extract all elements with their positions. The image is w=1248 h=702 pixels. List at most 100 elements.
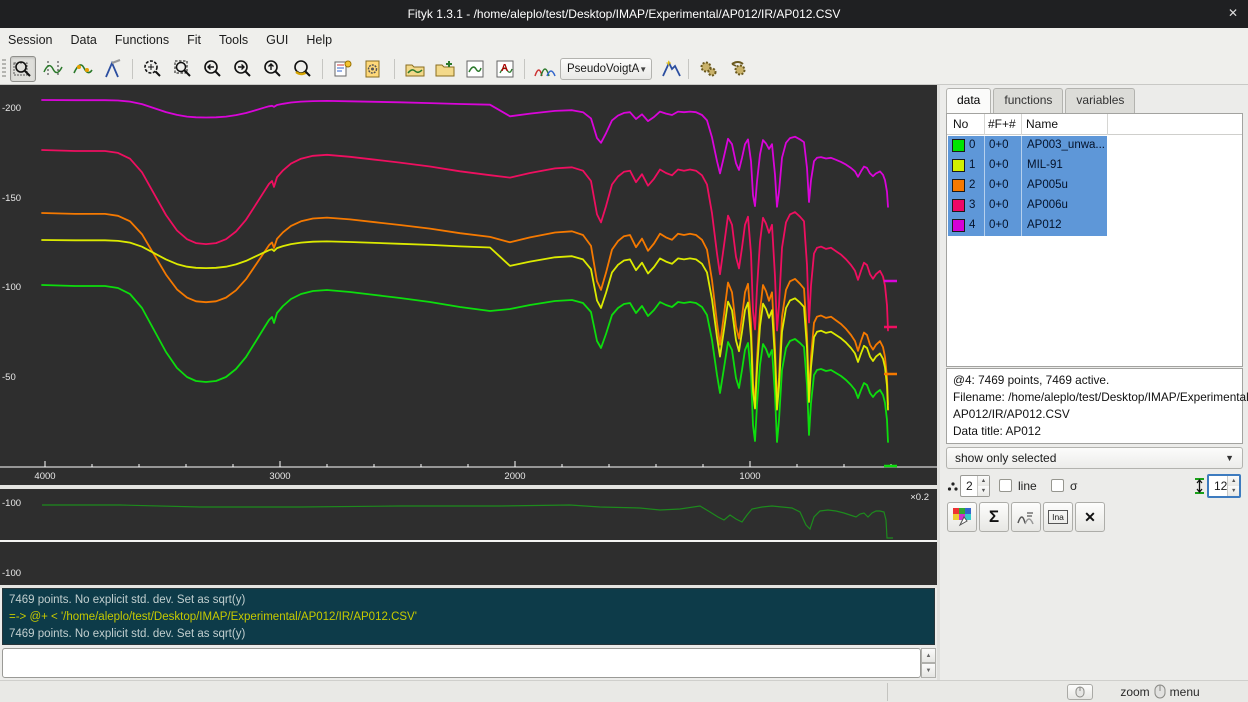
tab-data[interactable]: data — [946, 88, 991, 113]
zoom-up-button[interactable] — [260, 56, 286, 82]
col-name: Name — [1026, 117, 1058, 131]
spin-up-icon[interactable]: ▲ — [978, 476, 989, 486]
zoom-all-button[interactable] — [170, 56, 196, 82]
close-icon[interactable]: ✕ — [1228, 6, 1238, 20]
data-editor-button[interactable] — [462, 56, 488, 82]
shift-stepper[interactable]: 12 ▲▼ — [1207, 474, 1241, 498]
point-size-icon — [947, 481, 958, 492]
append-data-button[interactable] — [432, 56, 458, 82]
tab-variables[interactable]: variables — [1065, 88, 1135, 113]
menu-help[interactable]: Help — [306, 33, 332, 47]
zoom-mode-button[interactable] — [10, 56, 36, 82]
dataset-color-swatch[interactable] — [952, 219, 965, 232]
x-tick-label: 2000 — [504, 471, 525, 482]
zoom-left-button[interactable] — [200, 56, 226, 82]
spin-up-icon[interactable]: ▲ — [921, 648, 936, 663]
mouse-icon — [1075, 686, 1085, 698]
line-checkbox[interactable] — [999, 479, 1012, 492]
svg-text:A: A — [501, 63, 508, 74]
data-table[interactable]: No #F+# Name 0 0+0 AP003_unwa... 10+0MIL-91… — [946, 113, 1243, 367]
table-header: No #F+# Name — [947, 114, 1242, 135]
add-peak-button[interactable]: + — [658, 56, 684, 82]
aux1-scale-label: ×0.2 — [910, 492, 929, 503]
menu-gui[interactable]: GUI — [266, 33, 288, 47]
table-row[interactable]: 40+0AP012 — [948, 216, 1107, 236]
column-separator — [984, 156, 985, 176]
point-size-stepper[interactable]: 2 ▲▼ — [960, 475, 990, 497]
spin-up-icon[interactable]: ▲ — [1228, 476, 1239, 486]
dataset-color-swatch[interactable] — [952, 159, 965, 172]
command-input[interactable] — [2, 648, 921, 678]
apply-functions-button[interactable] — [1011, 502, 1041, 532]
status-divider — [887, 683, 888, 701]
table-row[interactable]: 10+0MIL-91 — [948, 156, 1107, 176]
aux-plot-2[interactable]: -100 — [0, 542, 937, 585]
add-peak-mode-button[interactable] — [70, 56, 96, 82]
status-bar: zoom menu — [0, 680, 1248, 702]
column-separator — [1021, 114, 1022, 135]
menu-session[interactable]: Session — [8, 33, 52, 47]
toolbar-grip[interactable] — [2, 59, 6, 79]
data-range-mode-button[interactable] — [40, 56, 66, 82]
spin-down-icon[interactable]: ▼ — [1228, 486, 1239, 496]
peak-type-dropdown[interactable]: PseudoVoigtA ▼ — [560, 58, 652, 80]
column-separator — [984, 176, 985, 196]
drag-peak-mode-button[interactable] — [100, 56, 126, 82]
tab-functions[interactable]: functions — [993, 88, 1063, 113]
zoom-in-button[interactable] — [140, 56, 166, 82]
cell-f: 0+0 — [989, 159, 1009, 171]
point-size-value: 2 — [961, 476, 977, 496]
sum-button[interactable]: Σ — [979, 502, 1009, 532]
mouse-settings-button[interactable] — [1067, 684, 1093, 700]
menu-tools[interactable]: Tools — [219, 33, 248, 47]
cell-name: AP005u — [1027, 179, 1068, 191]
command-history-spinner[interactable]: ▲ ▼ — [921, 648, 936, 678]
zoom-previous-button[interactable] — [290, 56, 316, 82]
undo-fit-icon — [728, 58, 750, 80]
table-row[interactable]: 00+0AP003_unwa... — [948, 136, 1107, 156]
toolbar-separator — [394, 59, 395, 79]
zoom-in-icon — [142, 58, 164, 80]
table-row[interactable]: 30+0AP006u — [948, 196, 1107, 216]
spectrum-curve-MIL-91 — [42, 240, 888, 410]
table-row[interactable]: 20+0AP005u — [948, 176, 1107, 196]
cell-f: 0+0 — [989, 179, 1009, 191]
rename-icon: Ina — [1048, 510, 1068, 524]
main-plot[interactable]: 4000300020001000-200-150-100-50 — [0, 85, 937, 485]
toolbar-separator — [132, 59, 133, 79]
cell-no: 3 — [969, 199, 975, 211]
dataset-color-swatch[interactable] — [952, 139, 965, 152]
output-console[interactable]: 7469 points. No explicit std. dev. Set a… — [2, 588, 935, 645]
toolbar: A PseudoVoigtA ▼ + — [0, 52, 1248, 85]
undo-fit-button[interactable] — [726, 56, 752, 82]
sigma-checkbox[interactable] — [1051, 479, 1064, 492]
menu-fit[interactable]: Fit — [187, 33, 201, 47]
show-log-icon — [332, 58, 354, 80]
dataset-color-swatch[interactable] — [952, 199, 965, 212]
cell-no: 0 — [969, 139, 975, 151]
run-fit-button[interactable] — [696, 56, 722, 82]
show-log-button[interactable] — [330, 56, 356, 82]
data-text-button[interactable]: A — [492, 56, 518, 82]
spin-down-icon[interactable]: ▼ — [978, 486, 989, 496]
dataset-color-swatch[interactable] — [952, 179, 965, 192]
line-checkbox-label: line — [1018, 479, 1037, 493]
aux-plot-1[interactable]: -100 ×0.2 — [0, 489, 937, 540]
load-data-button[interactable] — [402, 56, 428, 82]
column-separator — [1021, 156, 1022, 176]
delete-dataset-button[interactable]: ✕ — [1075, 502, 1105, 532]
show-filter-dropdown[interactable]: show only selected ▼ — [946, 447, 1243, 469]
column-separator — [984, 114, 985, 135]
peak-type-value: PseudoVoigtA — [567, 63, 639, 75]
color-gradient-button[interactable] — [947, 502, 977, 532]
auto-add-peaks-button[interactable] — [532, 56, 558, 82]
spin-down-icon[interactable]: ▼ — [921, 663, 936, 678]
sigma-icon: Σ — [989, 507, 999, 527]
edit-script-button[interactable] — [360, 56, 386, 82]
menu-bar: Session Data Functions Fit Tools GUI Hel… — [0, 28, 1248, 52]
cell-name: AP003_unwa... — [1027, 139, 1105, 151]
menu-functions[interactable]: Functions — [115, 33, 169, 47]
zoom-right-button[interactable] — [230, 56, 256, 82]
menu-data[interactable]: Data — [70, 33, 96, 47]
rename-button[interactable]: Ina — [1043, 502, 1073, 532]
